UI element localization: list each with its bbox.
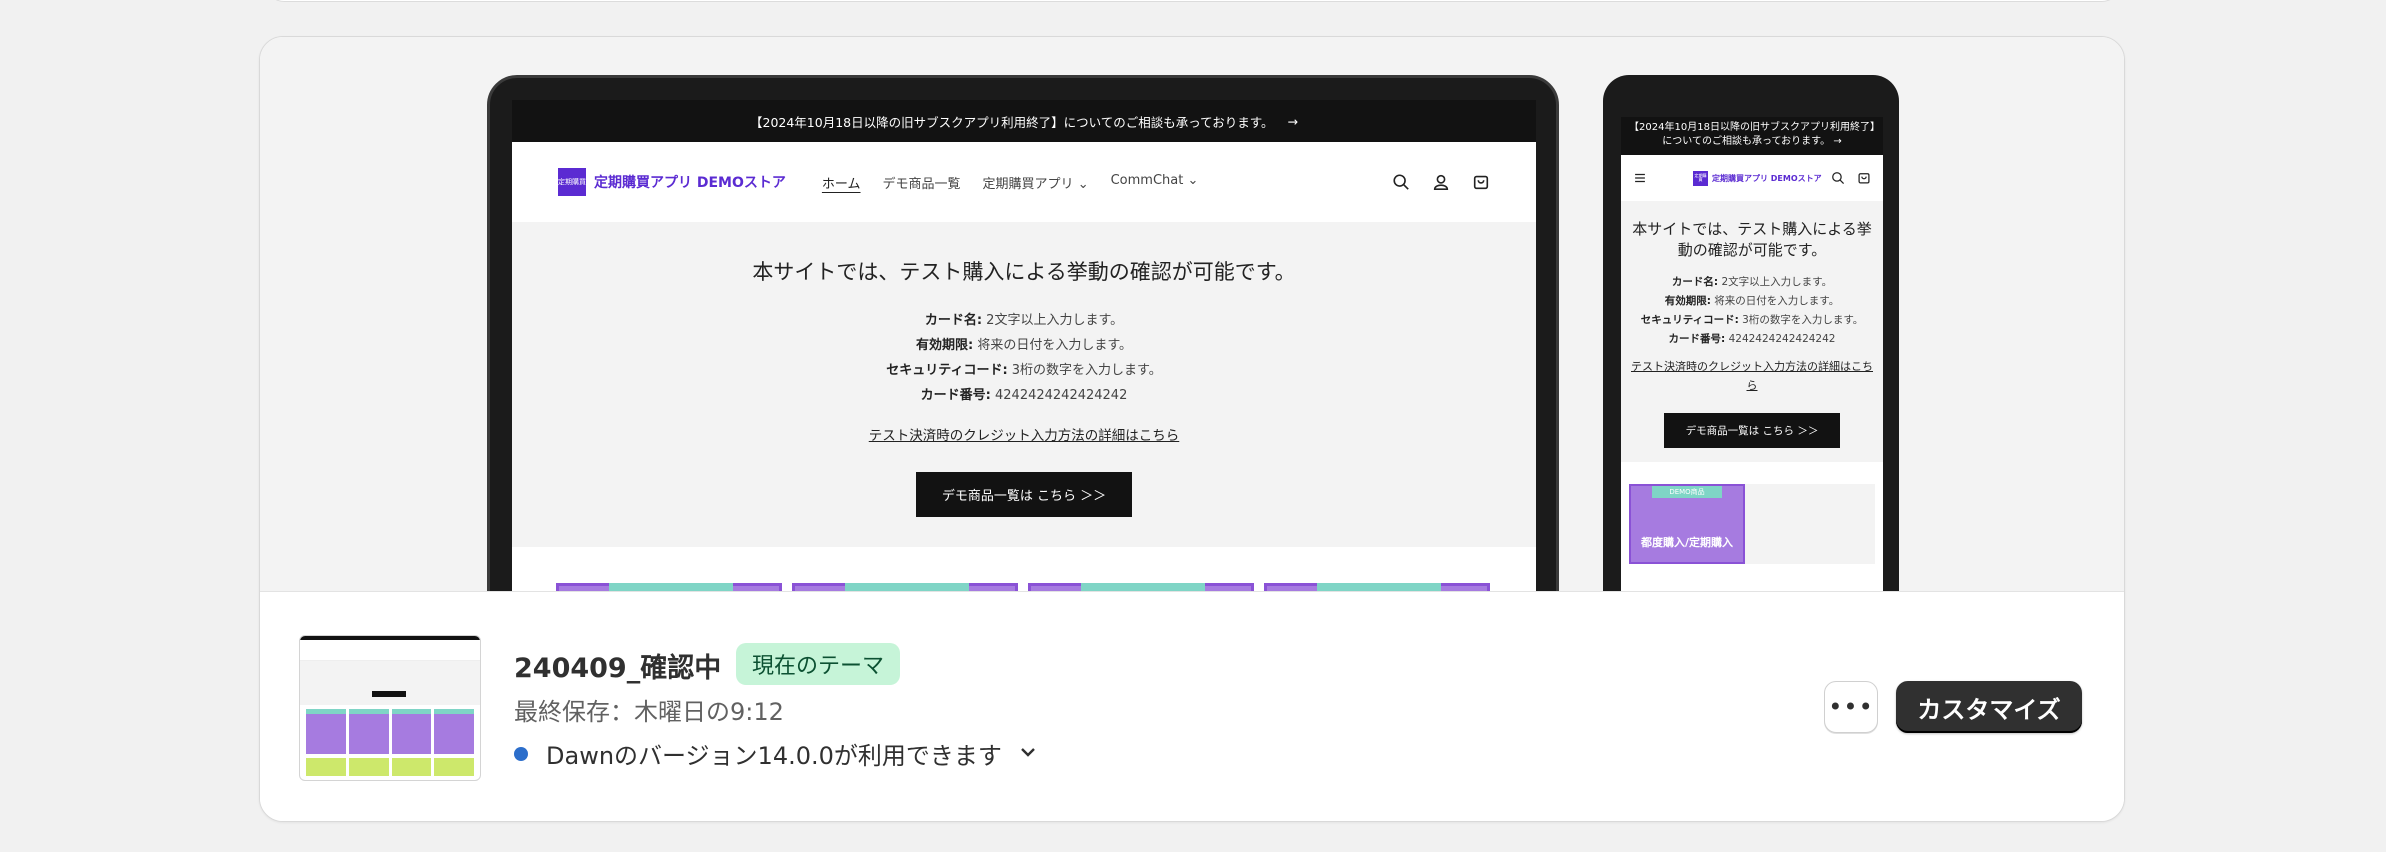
hero-button: デモ商品一覧は こちら ＞＞ [915, 472, 1133, 517]
hero-line-card-number: カード番号: 4242424242424242 [920, 388, 1128, 403]
notice-dot-icon [514, 746, 528, 761]
cart-icon [1858, 173, 1870, 184]
hero-section: 本サイトでは、テスト購入による挙動の確認が可能です。 カード名: 2文字以上入力… [512, 222, 1536, 547]
nav-item-demo-products: デモ商品一覧 [882, 176, 961, 192]
product-card [792, 583, 1018, 591]
thumbnail-product [306, 758, 346, 776]
account-icon [1433, 174, 1449, 191]
product-card: DEMO商品 都度購入/定期購入 [1629, 484, 1745, 564]
thumbnail-products [300, 705, 480, 758]
more-icon: ••• [1828, 693, 1874, 721]
product-title: 都度購入/定期購入 [1640, 536, 1734, 549]
status-badge: 現在のテーマ [736, 643, 901, 685]
arrow-right-icon: → [1287, 113, 1298, 129]
store-header: 定期購買 定期購買アプリ DEMOストア ホーム デモ商品一覧 定期購買アプリ … [512, 142, 1536, 222]
mobile-product-row: DEMO商品 都度購入/定期購入 [1629, 484, 1875, 564]
thumbnail-products-2 [300, 758, 480, 776]
mobile-hero-section: 本サイトでは、テスト購入による挙動の確認が可能です。 カード名: 2文字以上入力… [1621, 201, 1883, 462]
mobile-preview-frame: 【2024年10月18日以降の旧サブスクアプリ利用終了】についてのご相談も承って… [1603, 75, 1899, 591]
theme-name: 240409_確認中 [514, 653, 722, 684]
theme-info-bar: 240409_確認中 現在のテーマ 最終保存：木曜日の9:12 Dawnのバージ… [260, 591, 2124, 821]
arrow-right-icon: → [1833, 136, 1842, 147]
hero-line-expiry: 有効期限: 将来の日付を入力します。 [1664, 295, 1840, 307]
version-notice[interactable]: Dawnのバージョン14.0.0が利用できます [514, 736, 1038, 771]
nav-item-commchat: CommChat ⌄ [1110, 172, 1199, 188]
theme-thumbnail [299, 635, 481, 781]
menu-icon [1635, 173, 1645, 183]
mobile-logo: 定期購買 定期購買アプリ DEMOストア [1693, 170, 1822, 186]
thumbnail-product [434, 709, 474, 754]
nav-item-home: ホーム [821, 176, 861, 192]
desktop-preview-screen: 【2024年10月18日以降の旧サブスクアプリ利用終了】についてのご相談も承って… [512, 100, 1536, 591]
product-card [1028, 583, 1254, 591]
thumbnail-product [348, 709, 389, 754]
hero-line-security-code: セキュリティコード: 3桁の数字を入力します。 [886, 363, 1162, 378]
store-nav: ホーム デモ商品一覧 定期購買アプリ ⌄ CommChat ⌄ [822, 173, 1198, 192]
thumbnail-product [434, 758, 474, 776]
thumbnail-product [348, 758, 389, 776]
hero-line-card-name: カード名: 2文字以上入力します。 [1671, 276, 1833, 288]
more-actions-button[interactable]: ••• [1824, 681, 1878, 733]
previous-theme-card-edge [266, 0, 2120, 2]
theme-preview[interactable]: 【2024年10月18日以降の旧サブスクアプリ利用終了】についてのご相談も承って… [260, 37, 2124, 591]
thumbnail-product [391, 758, 432, 776]
store-logo-icon: 定期購買 [1693, 170, 1708, 186]
announcement-bar: 【2024年10月18日以降の旧サブスクアプリ利用終了】についてのご相談も承って… [512, 100, 1536, 142]
hero-line-card-name: カード名: 2文字以上入力します。 [924, 313, 1124, 328]
product-card [556, 583, 782, 591]
mobile-header: 定期購買 定期購買アプリ DEMOストア [1621, 155, 1883, 201]
store-name: 定期購買アプリ DEMOストア [594, 175, 786, 191]
thumbnail-hero [300, 661, 480, 705]
hero-button: デモ商品一覧は こちら ＞＞ [1663, 413, 1841, 448]
header-icons [1392, 173, 1490, 191]
hero-title: 本サイトでは、テスト購入による挙動の確認が可能です。 [752, 260, 1296, 284]
announcement-text: 【2024年10月18日以降の旧サブスクアプリ利用終了】についてのご相談も承って… [750, 114, 1274, 130]
search-icon [1832, 172, 1845, 185]
mobile-announcement-bar: 【2024年10月18日以降の旧サブスクアプリ利用終了】についてのご相談も承って… [1621, 117, 1883, 155]
thumbnail-header [300, 636, 480, 661]
product-badge: DEMO商品 [1652, 486, 1722, 498]
mobile-preview-screen: 【2024年10月18日以降の旧サブスクアプリ利用終了】についてのご相談も承って… [1621, 117, 1883, 591]
theme-card: 【2024年10月18日以降の旧サブスクアプリ利用終了】についてのご相談も承って… [259, 36, 2125, 822]
cart-icon [1473, 175, 1489, 190]
version-notice-text: Dawnのバージョン14.0.0が利用できます [546, 742, 1002, 770]
store-logo-icon: 定期購買 [558, 168, 586, 196]
mobile-hero-title: 本サイトでは、テスト購入による挙動の確認が可能です。 [1632, 220, 1872, 259]
hero-line-security-code: セキュリティコード: 3桁の数字を入力します。 [1640, 314, 1864, 326]
thumbnail-product [306, 709, 346, 754]
chevron-down-icon[interactable] [1018, 740, 1038, 768]
customize-button[interactable]: カスタマイズ [1896, 681, 2082, 733]
mobile-header-icons [1831, 171, 1871, 185]
nav-item-subscription-app: 定期購買アプリ ⌄ [982, 176, 1089, 192]
product-strip [512, 547, 1536, 591]
store-name: 定期購買アプリ DEMOストア [1712, 173, 1822, 183]
hero-link: テスト決済時のクレジット入力方法の詳細はこちら [868, 428, 1180, 444]
hero-line-expiry: 有効期限: 将来の日付を入力します。 [915, 338, 1133, 353]
desktop-preview-frame: 【2024年10月18日以降の旧サブスクアプリ利用終了】についてのご相談も承って… [487, 75, 1559, 591]
hero-link: テスト決済時のクレジット入力方法の詳細はこちら [1631, 360, 1873, 392]
product-card [1264, 583, 1490, 591]
thumbnail-product [391, 709, 432, 754]
hero-line-card-number: カード番号: 4242424242424242 [1668, 333, 1836, 345]
search-icon [1393, 174, 1409, 190]
last-saved: 最終保存：木曜日の9:12 [514, 698, 784, 726]
